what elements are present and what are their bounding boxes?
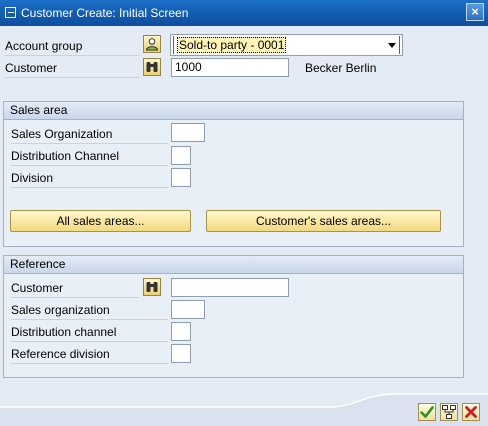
window-title: Customer Create: Initial Screen: [21, 6, 189, 20]
label-underline: [11, 341, 168, 342]
customer-input[interactable]: 1000: [171, 58, 289, 77]
label-underline: [11, 143, 168, 144]
division-input[interactable]: [171, 168, 191, 187]
account-group-selected-value: Sold-to party - 0001: [177, 37, 287, 53]
reference-customer-input[interactable]: [171, 278, 289, 297]
sales-organization-label: Sales Organization: [11, 127, 113, 141]
label-underline: [5, 77, 140, 78]
binoculars-icon: [146, 62, 158, 72]
label-underline: [11, 165, 168, 166]
sales-area-group-header: Sales area: [4, 102, 463, 120]
reference-distribution-channel-input[interactable]: [171, 322, 191, 341]
all-sales-areas-button[interactable]: All sales areas...: [10, 210, 191, 232]
person-icon: [145, 38, 159, 51]
close-window-button[interactable]: ×: [466, 3, 484, 21]
footer-swoosh: [0, 393, 488, 426]
reference-sales-organization-label: Sales organization: [11, 303, 110, 317]
reference-customer-search-button[interactable]: [143, 278, 161, 296]
cancel-icon: [465, 406, 477, 418]
cancel-button[interactable]: [462, 403, 480, 421]
label-underline: [11, 187, 168, 188]
focus-marker: [399, 36, 400, 54]
distribution-channel-input[interactable]: [171, 146, 191, 165]
reference-division-label: Reference division: [11, 347, 110, 361]
account-group-helper-button[interactable]: [143, 35, 161, 53]
customer-search-button[interactable]: [143, 58, 161, 76]
label-underline: [11, 363, 168, 364]
customers-sales-areas-button[interactable]: Customer's sales areas...: [206, 210, 441, 232]
customer-label: Customer: [5, 61, 58, 75]
label-underline: [11, 297, 139, 298]
window-title-bar: Customer Create: Initial Screen ×: [0, 0, 488, 26]
account-group-dropdown[interactable]: Sold-to party - 0001: [170, 34, 403, 56]
reference-customer-label: Customer: [11, 281, 64, 295]
continue-button[interactable]: [418, 403, 436, 421]
tree-icon: [442, 405, 456, 419]
binoculars-icon: [146, 282, 158, 292]
reference-group-header: Reference: [4, 256, 463, 274]
chevron-down-icon[interactable]: [387, 42, 397, 50]
reference-distribution-channel-label: Distribution channel: [11, 325, 117, 339]
reference-division-input[interactable]: [171, 344, 191, 363]
division-label: Division: [11, 171, 54, 185]
label-underline: [11, 319, 168, 320]
focus-marker: [173, 36, 174, 54]
create-document-icon: [5, 7, 16, 18]
check-icon: [420, 406, 434, 418]
sales-organization-input[interactable]: [171, 123, 205, 142]
distribution-channel-label: Distribution Channel: [11, 149, 120, 163]
reference-title: Reference: [10, 257, 66, 271]
reference-sales-organization-input[interactable]: [171, 300, 205, 319]
hierarchy-button[interactable]: [440, 403, 458, 421]
label-underline: [5, 55, 140, 56]
customer-name-text: Becker Berlin: [305, 61, 377, 75]
sales-area-title: Sales area: [10, 103, 68, 117]
account-group-label: Account group: [5, 39, 83, 53]
